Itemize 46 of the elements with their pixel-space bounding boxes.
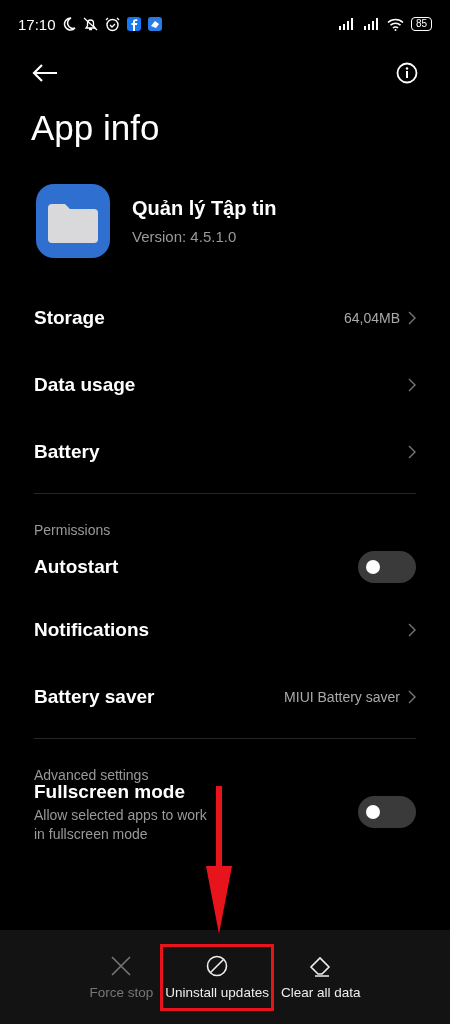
chevron-icon bbox=[408, 444, 416, 459]
close-icon bbox=[110, 954, 133, 977]
chevron-icon bbox=[408, 689, 416, 704]
toggle-switch[interactable] bbox=[358, 796, 416, 828]
action-button[interactable]: Clear all data bbox=[275, 943, 366, 1011]
toggle-switch[interactable] bbox=[358, 551, 416, 583]
action-button[interactable]: Uninstall updates bbox=[160, 943, 274, 1011]
info-icon[interactable] bbox=[396, 62, 418, 84]
row-label: Battery bbox=[34, 440, 101, 463]
settings-row[interactable]: Data usage bbox=[0, 351, 450, 418]
settings-row[interactable]: Battery bbox=[0, 418, 450, 485]
app-name: Quản lý Tập tin bbox=[132, 197, 277, 220]
app-notification-icon bbox=[126, 17, 141, 31]
battery-indicator: 85 bbox=[410, 17, 432, 31]
page-title: App info bbox=[31, 108, 161, 148]
eraser-icon bbox=[308, 954, 333, 977]
row-label: Battery saver bbox=[34, 685, 156, 708]
settings-row[interactable]: Autostart bbox=[0, 538, 450, 596]
muted-bell-icon bbox=[82, 17, 98, 31]
settings-row[interactable]: Fullscreen mode Allow selected apps to work in fullscreen mode bbox=[0, 783, 450, 841]
folder-app-icon bbox=[36, 184, 110, 258]
row-description: Allow selected apps to work in fullscreen mode bbox=[34, 805, 208, 844]
settings-row[interactable]: Battery saver MIUI Battery saver bbox=[0, 663, 450, 730]
chevron-icon bbox=[408, 622, 416, 637]
row-label: Notifications bbox=[34, 618, 151, 641]
chevron-icon bbox=[408, 377, 416, 392]
settings-row[interactable]: Storage 64,04MB bbox=[0, 284, 450, 351]
signal-icon bbox=[361, 18, 380, 30]
row-value: MIUI Battery saver bbox=[284, 688, 400, 705]
app-notification-icon bbox=[147, 17, 162, 31]
signal-icon bbox=[336, 18, 355, 30]
row-value: 64,04MB bbox=[343, 309, 400, 326]
section-heading: Advanced settings bbox=[33, 767, 149, 783]
settings-row[interactable]: Notifications bbox=[0, 596, 450, 663]
app-version: Version: 4.5.1.0 bbox=[132, 228, 238, 245]
wifi-icon bbox=[386, 17, 404, 31]
chevron-icon bbox=[408, 310, 416, 325]
section-heading: Permissions bbox=[33, 522, 112, 538]
prohibited-icon bbox=[206, 954, 229, 977]
row-label: Autostart bbox=[34, 556, 120, 578]
row-label: Storage bbox=[34, 306, 106, 329]
row-label: Data usage bbox=[34, 373, 137, 396]
back-arrow-icon[interactable] bbox=[32, 63, 58, 83]
alarm-icon bbox=[104, 16, 120, 32]
moon-icon bbox=[62, 17, 76, 31]
status-time: 17:10 bbox=[18, 15, 56, 33]
